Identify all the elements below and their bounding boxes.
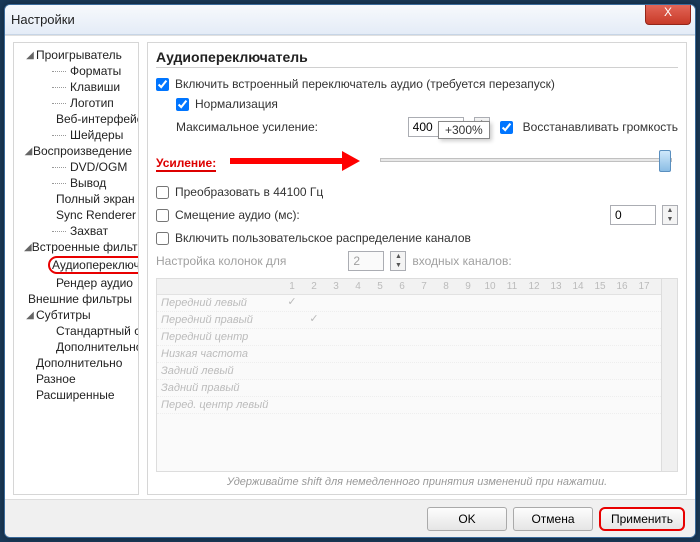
panel-heading: Аудиопереключатель [156, 49, 678, 68]
audio-offset-input[interactable] [610, 205, 656, 225]
tree-capture[interactable]: Захват [24, 223, 138, 239]
hint-text: Удерживайте shift для немедленного приня… [156, 476, 678, 488]
tree-subtitles[interactable]: ◢Субтитры [24, 307, 138, 323]
table-row: Передний центр [157, 329, 677, 346]
tree-formats[interactable]: Форматы [24, 63, 138, 79]
user-layout-checkbox[interactable] [156, 232, 169, 245]
tree-advanced[interactable]: Расширенные [24, 387, 138, 403]
titlebar: Настройки X [5, 5, 695, 35]
window-title: Настройки [11, 12, 75, 27]
settings-window: Настройки X ◢Проигрыватель Форматы Клави… [4, 4, 696, 538]
ok-button[interactable]: OK [427, 507, 507, 531]
collapse-icon[interactable]: ◢ [24, 50, 36, 61]
scrollbar[interactable] [661, 279, 677, 471]
tree-logo[interactable]: Логотип [24, 95, 138, 111]
tree-sync[interactable]: Sync Renderer [24, 207, 138, 223]
settings-panel: Аудиопереключатель Включить встроенный п… [147, 42, 687, 495]
tree-player[interactable]: ◢Проигрыватель [24, 47, 138, 63]
tree-dvd[interactable]: DVD/OGM [24, 159, 138, 175]
tree-std-style[interactable]: Стандартный стиль [24, 323, 138, 339]
audio-offset-checkbox[interactable] [156, 209, 169, 222]
gain-label: Усиление: [156, 156, 216, 172]
tree-playback[interactable]: ◢Воспроизведение [24, 143, 138, 159]
user-layout-label: Включить пользовательское распределение … [175, 231, 471, 245]
dialog-buttons: OK Отмена Применить [5, 499, 695, 537]
tooltip: +300% [438, 121, 490, 139]
table-row: Передний левый✓ [157, 295, 677, 312]
table-row: Низкая частота [157, 346, 677, 363]
tree-builtin[interactable]: ◢Встроенные фильтры [24, 239, 138, 255]
spin-down-icon: ▼ [391, 261, 405, 270]
enable-switcher-label: Включить встроенный переключатель аудио … [175, 77, 555, 91]
body: ◢Проигрыватель Форматы Клавиши Логотип В… [5, 35, 695, 499]
table-row: Задний правый [157, 380, 677, 397]
table-row: Перед. центр левый [157, 397, 677, 414]
convert-44100-label: Преобразовать в 44100 Гц [175, 185, 323, 199]
tree-ext-filters[interactable]: Внешние фильтры [24, 291, 138, 307]
collapse-icon[interactable]: ◢ [24, 310, 36, 321]
tree-fullscreen[interactable]: Полный экран [24, 191, 138, 207]
gain-slider[interactable] [380, 158, 672, 162]
table-row: Передний правый✓ [157, 312, 677, 329]
audio-offset-spinner[interactable]: ▲▼ [662, 205, 678, 225]
close-button[interactable]: X [645, 4, 691, 25]
channel-table: 123456789101112131415161718 Передний лев… [156, 278, 678, 472]
normalize-label: Нормализация [195, 97, 278, 111]
table-row: Задний левый [157, 363, 677, 380]
enable-switcher-checkbox[interactable] [156, 78, 169, 91]
tree-extra2[interactable]: Дополнительно [24, 355, 138, 371]
audio-offset-label: Смещение аудио (мс): [175, 208, 300, 222]
tree-web[interactable]: Веб-интерфейс [24, 111, 138, 127]
cols-suffix: входных каналов: [412, 254, 511, 268]
tree-keys[interactable]: Клавиши [24, 79, 138, 95]
collapse-icon[interactable]: ◢ [24, 242, 32, 253]
collapse-icon[interactable]: ◢ [24, 146, 33, 157]
normalize-checkbox[interactable] [176, 98, 189, 111]
tree-output[interactable]: Вывод [24, 175, 138, 191]
apply-button[interactable]: Применить [599, 507, 685, 531]
tree-render-audio[interactable]: Рендер аудио [24, 275, 138, 291]
sidebar-tree[interactable]: ◢Проигрыватель Форматы Клавиши Логотип В… [13, 42, 139, 495]
spin-up-icon: ▲ [663, 206, 677, 215]
spin-up-icon: ▲ [391, 252, 405, 261]
restore-volume-checkbox[interactable] [500, 121, 513, 134]
max-gain-label: Максимальное усиление: [176, 120, 318, 134]
tree-shaders[interactable]: Шейдеры [24, 127, 138, 143]
tree-audio-switcher[interactable]: Аудиопереключатель [24, 255, 138, 275]
tree-extra[interactable]: Дополнительно [24, 339, 138, 355]
slider-thumb[interactable] [659, 150, 671, 172]
cols-spinner: ▲▼ [390, 251, 406, 271]
convert-44100-checkbox[interactable] [156, 186, 169, 199]
cols-input [348, 251, 384, 271]
spin-down-icon: ▼ [663, 215, 677, 224]
cols-label: Настройка колонок для [156, 254, 286, 268]
arrow-icon [230, 150, 360, 170]
cancel-button[interactable]: Отмена [513, 507, 593, 531]
restore-volume-label: Восстанавливать громкость [523, 120, 678, 134]
tree-misc[interactable]: Разное [24, 371, 138, 387]
